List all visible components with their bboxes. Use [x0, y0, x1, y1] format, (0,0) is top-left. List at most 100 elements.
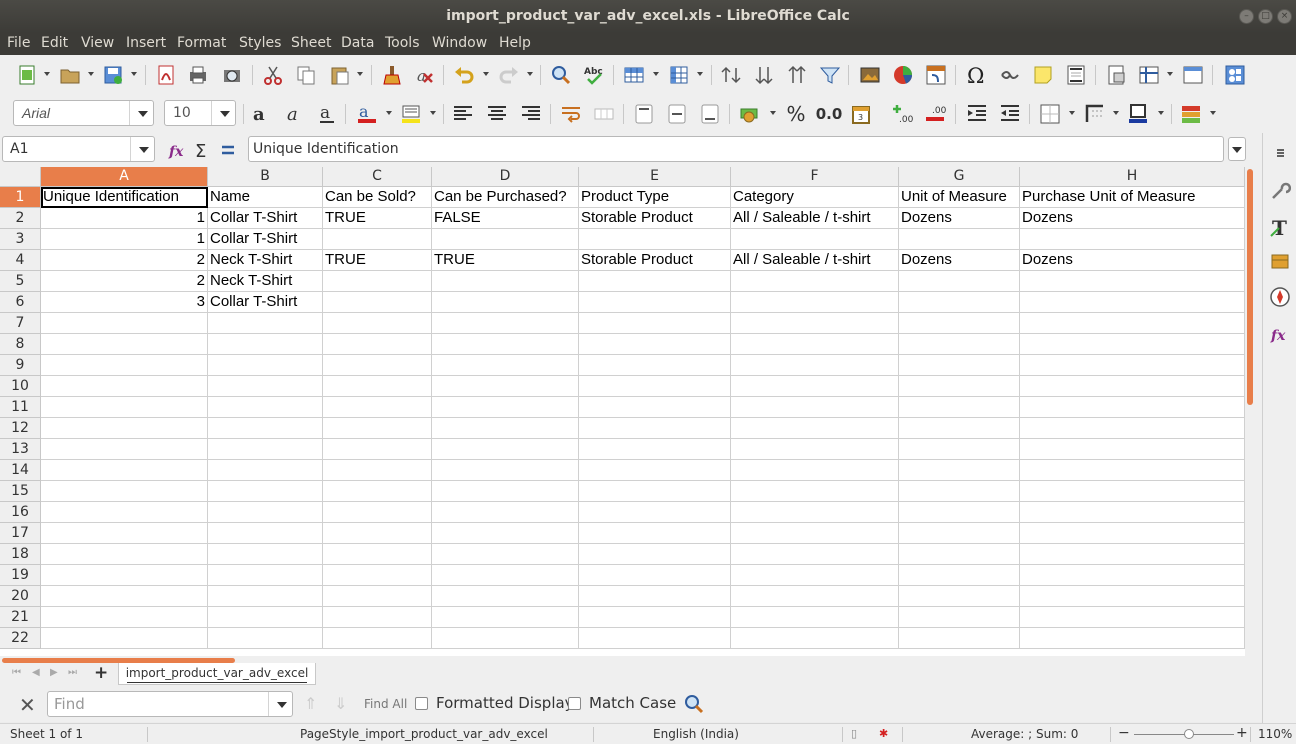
menu-window[interactable]: Window [432, 35, 487, 51]
row-header-13[interactable]: 13 [0, 439, 41, 460]
cell-h8[interactable] [1020, 334, 1245, 355]
cell-b2[interactable]: Collar T-Shirt [208, 208, 323, 229]
cell-g5[interactable] [899, 271, 1020, 292]
find-replace-dialog-icon[interactable] [682, 692, 706, 716]
cell-e8[interactable] [579, 334, 731, 355]
special-character-icon[interactable]: Ω [965, 63, 989, 87]
row-header-9[interactable]: 9 [0, 355, 41, 376]
cell-d3[interactable] [432, 229, 579, 250]
cell-b11[interactable] [208, 397, 323, 418]
border-style-dropdown-icon[interactable] [1113, 111, 1119, 115]
font-name-dropdown-icon[interactable] [129, 101, 153, 125]
styles-icon[interactable]: T [1268, 215, 1292, 239]
cell-b3[interactable]: Collar T-Shirt [208, 229, 323, 250]
sidebar-menu-icon[interactable] [1268, 141, 1292, 165]
column-header-g[interactable]: G [899, 167, 1020, 187]
date-format-icon[interactable]: 3 [849, 102, 873, 126]
close-button[interactable]: × [1277, 9, 1292, 24]
cell-b18[interactable] [208, 544, 323, 565]
cell-b7[interactable] [208, 313, 323, 334]
add-decimal-icon[interactable]: .00 [890, 102, 914, 126]
row-header-19[interactable]: 19 [0, 565, 41, 586]
cell-d5[interactable] [432, 271, 579, 292]
cell-f6[interactable] [731, 292, 899, 313]
comment-icon[interactable] [1031, 63, 1055, 87]
cell-b10[interactable] [208, 376, 323, 397]
row-header-14[interactable]: 14 [0, 460, 41, 481]
cell-f4[interactable]: All / Saleable / t-shirt [731, 250, 899, 271]
cell-d21[interactable] [432, 607, 579, 628]
row-header-6[interactable]: 6 [0, 292, 41, 313]
define-print-area-icon[interactable] [1104, 63, 1128, 87]
align-left-icon[interactable] [451, 102, 475, 126]
column-header-d[interactable]: D [432, 167, 579, 187]
cell-e5[interactable] [579, 271, 731, 292]
cell-h13[interactable] [1020, 439, 1245, 460]
cell-d15[interactable] [432, 481, 579, 502]
cell-a6[interactable]: 3 [41, 292, 208, 313]
cell-e3[interactable] [579, 229, 731, 250]
zoom-slider-thumb[interactable] [1184, 729, 1194, 739]
cell-a16[interactable] [41, 502, 208, 523]
menu-edit[interactable]: Edit [41, 35, 68, 51]
cell-b17[interactable] [208, 523, 323, 544]
find-dropdown-icon[interactable] [268, 692, 292, 716]
currency-format-icon[interactable] [738, 102, 762, 126]
new-document-icon[interactable] [15, 63, 39, 87]
copy-icon[interactable] [294, 63, 318, 87]
cell-d14[interactable] [432, 460, 579, 481]
undo-icon[interactable] [452, 63, 476, 87]
freeze-rows-columns-icon[interactable] [1137, 63, 1161, 87]
cell-d11[interactable] [432, 397, 579, 418]
new-dropdown-icon[interactable] [44, 72, 50, 76]
cell-a11[interactable] [41, 397, 208, 418]
cell-d9[interactable] [432, 355, 579, 376]
cell-g8[interactable] [899, 334, 1020, 355]
cell-d16[interactable] [432, 502, 579, 523]
cell-f9[interactable] [731, 355, 899, 376]
cell-d12[interactable] [432, 418, 579, 439]
cell-a8[interactable] [41, 334, 208, 355]
column-header-h[interactable]: H [1020, 167, 1245, 187]
cell-d6[interactable] [432, 292, 579, 313]
cell-a12[interactable] [41, 418, 208, 439]
cell-e13[interactable] [579, 439, 731, 460]
cell-g10[interactable] [899, 376, 1020, 397]
align-top-icon[interactable] [632, 102, 656, 126]
cell-g11[interactable] [899, 397, 1020, 418]
cell-e10[interactable] [579, 376, 731, 397]
row-header-11[interactable]: 11 [0, 397, 41, 418]
cell-c18[interactable] [323, 544, 432, 565]
formula-icon[interactable] [216, 138, 240, 162]
conditional-format-icon[interactable] [1179, 102, 1203, 126]
save-dropdown-icon[interactable] [131, 72, 137, 76]
sort-descending-icon[interactable] [785, 63, 809, 87]
cell-g18[interactable] [899, 544, 1020, 565]
column-header-c[interactable]: C [323, 167, 432, 187]
properties-icon[interactable] [1268, 179, 1292, 203]
first-sheet-icon[interactable]: ⏮ [12, 667, 21, 678]
cell-f5[interactable] [731, 271, 899, 292]
cell-f1[interactable]: Category [731, 187, 899, 208]
cell-d18[interactable] [432, 544, 579, 565]
cell-f20[interactable] [731, 586, 899, 607]
cell-f16[interactable] [731, 502, 899, 523]
row-header-12[interactable]: 12 [0, 418, 41, 439]
borders-icon[interactable] [1038, 102, 1062, 126]
cell-g16[interactable] [899, 502, 1020, 523]
row-header-22[interactable]: 22 [0, 628, 41, 649]
cell-b13[interactable] [208, 439, 323, 460]
cell-g19[interactable] [899, 565, 1020, 586]
cell-a14[interactable] [41, 460, 208, 481]
cell-h9[interactable] [1020, 355, 1245, 376]
autofilter-icon[interactable] [818, 63, 842, 87]
cell-b8[interactable] [208, 334, 323, 355]
column-header-f[interactable]: F [731, 167, 899, 187]
sheet-tab[interactable]: import_product_var_adv_excel [118, 663, 316, 685]
freeze-dropdown-icon[interactable] [1167, 72, 1173, 76]
cell-h4[interactable]: Dozens [1020, 250, 1245, 271]
increase-indent-icon[interactable] [965, 102, 989, 126]
cell-g20[interactable] [899, 586, 1020, 607]
match-case-checkbox[interactable] [568, 697, 581, 710]
cell-a20[interactable] [41, 586, 208, 607]
